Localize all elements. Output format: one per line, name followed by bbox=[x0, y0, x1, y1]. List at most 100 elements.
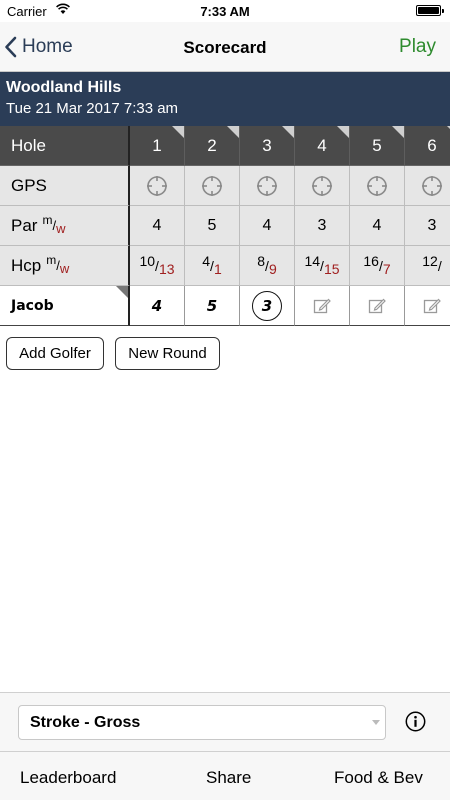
add-golfer-button[interactable]: Add Golfer bbox=[6, 337, 104, 370]
hcp-men-value: 14 bbox=[304, 252, 321, 269]
hole-number-label: 5 bbox=[372, 135, 382, 155]
gps-row: GPS bbox=[0, 166, 450, 206]
par-value: 4 bbox=[130, 206, 185, 246]
gps-cell bbox=[185, 166, 240, 206]
hole-number[interactable]: 6 bbox=[405, 126, 450, 166]
hcp-women-value: 15 bbox=[323, 260, 340, 277]
hole-corner-marker bbox=[282, 126, 294, 138]
par-value: 3 bbox=[295, 206, 350, 246]
bottom-panel: Stroke - Gross Leaderboard Share Food & … bbox=[0, 692, 450, 800]
hole-number-label: 2 bbox=[207, 135, 217, 155]
hole-row-label: Hole bbox=[0, 126, 130, 166]
hole-number[interactable]: 1 bbox=[130, 126, 185, 166]
edit-icon bbox=[423, 298, 441, 313]
golfer-row: Jacob 4 5 3 bbox=[0, 286, 450, 326]
par-value: 4 bbox=[240, 206, 295, 246]
hole-number[interactable]: 5 bbox=[350, 126, 405, 166]
hole-number[interactable]: 3 bbox=[240, 126, 295, 166]
back-chevron-icon bbox=[5, 36, 17, 58]
score-value: 5 bbox=[206, 296, 218, 315]
navigation-bar: Home Scorecard Play bbox=[0, 22, 450, 72]
golfer-corner-marker bbox=[116, 286, 128, 298]
hole-row: Hole 1 2 3 4 5 6 bbox=[0, 126, 450, 166]
score-cell[interactable]: 4 bbox=[130, 286, 185, 326]
hcp-men-marker: m bbox=[46, 252, 57, 267]
par-row-label: Par m / w bbox=[0, 206, 130, 246]
battery-icon bbox=[416, 5, 444, 16]
hole-corner-marker bbox=[337, 126, 349, 138]
hcp-men-value: 4 bbox=[202, 252, 211, 269]
score-cell[interactable] bbox=[295, 286, 350, 326]
game-format-value: Stroke - Gross bbox=[30, 713, 141, 731]
tab-food-bev[interactable]: Food & Bev bbox=[334, 768, 423, 788]
score-cell[interactable] bbox=[350, 286, 405, 326]
gps-target-icon[interactable] bbox=[256, 175, 278, 197]
par-row: Par m / w 454343 bbox=[0, 206, 450, 246]
birdie-circle: 3 bbox=[252, 290, 282, 321]
edit-icon bbox=[368, 298, 386, 313]
gps-cell bbox=[130, 166, 185, 206]
score-cell[interactable]: 3 bbox=[240, 286, 295, 326]
hole-number-label: 3 bbox=[262, 135, 272, 155]
hcp-men-value: 12 bbox=[422, 252, 438, 269]
gps-target-icon[interactable] bbox=[201, 175, 223, 197]
par-men-marker: m bbox=[42, 212, 53, 227]
gps-target-icon[interactable] bbox=[146, 175, 168, 197]
hole-corner-marker bbox=[172, 126, 184, 138]
clock-label: 7:33 AM bbox=[200, 4, 250, 19]
scorecard-grid: Hole 123456 GPS Par m / w 454343 Hcp m /… bbox=[0, 126, 450, 326]
hole-number-label: 4 bbox=[317, 135, 327, 155]
hcp-value: 4/1 bbox=[185, 246, 240, 286]
gps-cell bbox=[295, 166, 350, 206]
score-value: 4 bbox=[151, 296, 163, 315]
tab-share[interactable]: Share bbox=[206, 768, 251, 788]
hcp-men-value: 10 bbox=[139, 252, 156, 269]
hcp-women-value: 1 bbox=[213, 260, 222, 277]
gps-target-icon[interactable] bbox=[311, 175, 333, 197]
hcp-men-value: 8 bbox=[257, 252, 266, 269]
gps-target-icon[interactable] bbox=[366, 175, 388, 197]
gps-target-icon[interactable] bbox=[421, 175, 443, 197]
back-label: Home bbox=[22, 36, 73, 57]
hcp-men-value: 16 bbox=[363, 252, 379, 269]
par-label: Par bbox=[11, 215, 38, 235]
round-date: Tue 21 Mar 2017 7:33 am bbox=[6, 100, 179, 117]
status-bar: Carrier 7:33 AM bbox=[0, 0, 450, 22]
chevron-down-icon bbox=[372, 720, 380, 725]
tab-bar: Leaderboard Share Food & Bev bbox=[0, 751, 450, 800]
hcp-label: Hcp bbox=[11, 255, 42, 275]
course-header: Woodland Hills Tue 21 Mar 2017 7:33 am bbox=[0, 72, 450, 126]
hole-number[interactable]: 2 bbox=[185, 126, 240, 166]
golfer-name-label: Jacob bbox=[11, 297, 54, 314]
hole-number-label: 6 bbox=[427, 135, 437, 155]
new-round-button[interactable]: New Round bbox=[115, 337, 220, 370]
gps-cell bbox=[240, 166, 295, 206]
hole-corner-marker bbox=[227, 126, 239, 138]
hcp-value: 16/7 bbox=[350, 246, 405, 286]
hole-corner-marker bbox=[392, 126, 404, 138]
hcp-value: 10/13 bbox=[130, 246, 185, 286]
gps-cell bbox=[350, 166, 405, 206]
hcp-value: 14/15 bbox=[295, 246, 350, 286]
gps-row-label: GPS bbox=[0, 166, 130, 206]
course-name: Woodland Hills bbox=[6, 79, 122, 96]
hcp-women-value: 7 bbox=[382, 260, 391, 277]
hole-number-label: 1 bbox=[152, 135, 162, 155]
tab-leaderboard[interactable]: Leaderboard bbox=[20, 768, 116, 788]
score-cell[interactable] bbox=[405, 286, 450, 326]
game-format-select[interactable]: Stroke - Gross bbox=[18, 705, 386, 740]
hcp-row: Hcp m / w 10/13 4/1 8/9 14/15 16/7 12/ bbox=[0, 246, 450, 286]
par-value: 3 bbox=[405, 206, 450, 246]
play-button[interactable]: Play bbox=[399, 36, 436, 58]
score-value: 3 bbox=[261, 296, 273, 315]
scorecard-screen: Carrier 7:33 AM Home Scorecard Play Wood… bbox=[0, 0, 450, 800]
back-button[interactable]: Home bbox=[4, 34, 73, 60]
hcp-women-marker: w bbox=[59, 261, 70, 276]
golfer-name[interactable]: Jacob bbox=[0, 286, 130, 326]
edit-icon bbox=[313, 298, 331, 313]
hcp-women-value: 13 bbox=[158, 260, 175, 277]
score-cell[interactable]: 5 bbox=[185, 286, 240, 326]
hole-number[interactable]: 4 bbox=[295, 126, 350, 166]
hcp-women-value: 9 bbox=[268, 260, 277, 277]
info-icon[interactable] bbox=[405, 711, 426, 732]
